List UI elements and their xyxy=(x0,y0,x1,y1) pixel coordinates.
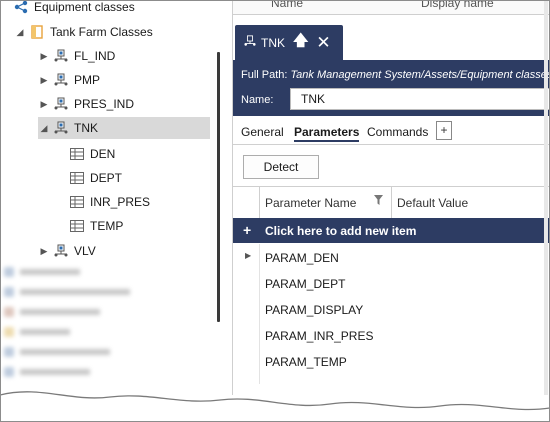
parameter-name-cell[interactable]: PARAM_DEN xyxy=(265,251,339,265)
share-icon xyxy=(13,0,29,15)
equipment-class-icon xyxy=(243,35,257,50)
column-display-name[interactable]: Display name xyxy=(421,0,494,10)
tree-param-temp[interactable]: TEMP xyxy=(66,215,123,237)
table-row[interactable]: PARAM_DISPLAY xyxy=(233,296,550,322)
tree-item-tnk[interactable]: ◢ TNK xyxy=(38,117,210,139)
tree-item-label: FL_IND xyxy=(74,49,116,63)
expand-arrow-icon[interactable]: ▶ xyxy=(38,75,50,86)
tree-item-label: VLV xyxy=(74,244,96,258)
tree-root[interactable]: Equipment classes xyxy=(10,0,135,18)
table-row[interactable]: PARAM_INR_PRES xyxy=(233,322,550,348)
column-parameter-name[interactable]: Parameter Name xyxy=(265,196,356,210)
parameter-name-cell[interactable]: PARAM_DISPLAY xyxy=(265,303,363,317)
tree-item-label: PMP xyxy=(74,73,101,87)
tree-scrollbar[interactable] xyxy=(217,52,220,322)
pin-icon[interactable]: 🡅 xyxy=(293,30,308,55)
detect-button[interactable]: Detect xyxy=(243,155,319,179)
tree-item-vlv[interactable]: ▶ VLV xyxy=(38,240,96,262)
table-row[interactable]: PARAM_TEMP xyxy=(233,348,550,374)
tree-item-pmp[interactable]: ▶ PMP xyxy=(38,69,100,91)
parameter-name-cell[interactable]: PARAM_INR_PRES xyxy=(265,329,373,343)
document-tab-tnk[interactable]: TNK 🡅 ✕ xyxy=(235,25,343,60)
parameter-grid: ▶ PARAM_DEN PARAM_DEPT PARAM_DISPLAY PAR… xyxy=(233,244,550,384)
equipment-class-icon xyxy=(53,72,69,88)
equipment-class-icon xyxy=(53,120,69,136)
name-field[interactable]: TNK xyxy=(290,88,550,110)
equipment-class-icon xyxy=(53,96,69,112)
add-tab-button[interactable]: + xyxy=(436,121,452,140)
equipment-tree-panel: Equipment classes ◢ Tank Farm Classes ▶ … xyxy=(0,0,230,395)
blurred-tree-items xyxy=(0,262,215,392)
tree-item-label: DEN xyxy=(90,147,116,161)
column-default-value[interactable]: Default Value xyxy=(397,196,468,210)
column-name[interactable]: Name xyxy=(271,0,303,10)
current-row-indicator-icon: ▶ xyxy=(245,251,252,260)
tree-root-label: Equipment classes xyxy=(34,0,135,14)
expand-arrow-icon[interactable]: ▶ xyxy=(38,99,50,110)
property-tabs: General Parameters Commands + xyxy=(233,116,550,145)
tree-item-label: INR_PRES xyxy=(90,195,151,209)
collapse-arrow-icon[interactable]: ◢ xyxy=(38,123,50,134)
tab-parameters[interactable]: Parameters xyxy=(294,125,360,142)
object-header: Full Path: Tank Management System/Assets/… xyxy=(233,60,550,116)
tree-group-label: Tank Farm Classes xyxy=(50,25,153,39)
tree-item-label: TNK xyxy=(74,121,98,135)
tree-item-label: PRES_IND xyxy=(74,97,135,111)
add-icon: + xyxy=(243,222,252,238)
parameter-icon xyxy=(69,194,85,210)
equipment-class-icon xyxy=(53,48,69,64)
tree-item-label: DEPT xyxy=(90,171,123,185)
tree-group-tank-farm[interactable]: ◢ Tank Farm Classes xyxy=(14,21,153,43)
table-row[interactable]: ▶ PARAM_DEN xyxy=(233,244,550,270)
close-icon[interactable]: ✕ xyxy=(316,33,330,53)
add-new-item-text: Click here to add new item xyxy=(265,224,417,238)
tree-param-den[interactable]: DEN xyxy=(66,143,115,165)
tab-general[interactable]: General xyxy=(241,125,284,139)
detail-panel: Name Display name TNK 🡅 ✕ Full Path: Tank… xyxy=(232,0,550,395)
table-row[interactable]: PARAM_DEPT xyxy=(233,270,550,296)
detail-scrollbar[interactable] xyxy=(544,0,548,395)
parameter-icon xyxy=(69,218,85,234)
full-path: Full Path: Tank Management System/Assets/… xyxy=(241,69,550,81)
tab-commands[interactable]: Commands xyxy=(367,125,428,139)
tree-item-label: TEMP xyxy=(90,219,124,233)
document-tab-title: TNK xyxy=(261,35,285,50)
parameter-icon xyxy=(69,170,85,186)
collapse-arrow-icon[interactable]: ◢ xyxy=(14,27,26,38)
tree-param-dept[interactable]: DEPT xyxy=(66,167,122,189)
add-new-item-row[interactable]: + Click here to add new item xyxy=(233,218,550,243)
tree-item-pres-ind[interactable]: ▶ PRES_IND xyxy=(38,93,135,115)
equipment-class-icon xyxy=(53,243,69,259)
grid-header: Parameter Name Default Value xyxy=(233,186,550,219)
full-path-label: Full Path: xyxy=(241,69,288,81)
tree-param-inr-pres[interactable]: INR_PRES xyxy=(66,191,150,213)
name-label: Name: xyxy=(241,94,274,106)
expand-arrow-icon[interactable]: ▶ xyxy=(38,246,50,257)
document-tab-bar: TNK 🡅 ✕ xyxy=(233,15,550,60)
tree-item-fl-ind[interactable]: ▶ FL_IND xyxy=(38,45,116,67)
folder-icon xyxy=(29,24,45,40)
parameter-name-cell[interactable]: PARAM_TEMP xyxy=(265,355,347,369)
full-path-value: Tank Management System/Assets/Equipment … xyxy=(290,69,550,81)
parameter-name-cell[interactable]: PARAM_DEPT xyxy=(265,277,345,291)
parameter-icon xyxy=(69,146,85,162)
expand-arrow-icon[interactable]: ▶ xyxy=(38,51,50,62)
top-column-header: Name Display name xyxy=(233,0,550,15)
filter-icon[interactable] xyxy=(374,195,383,208)
